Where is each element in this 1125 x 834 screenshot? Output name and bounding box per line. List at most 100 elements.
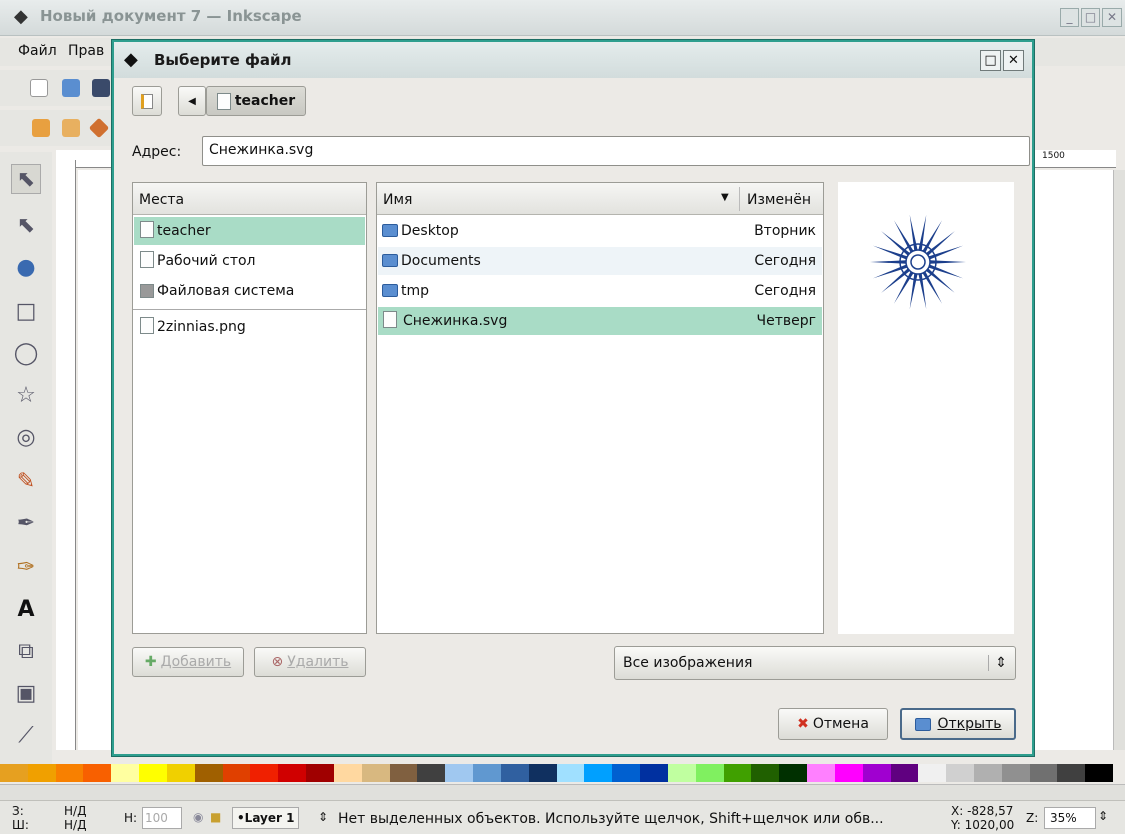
palette-swatch[interactable] (333, 764, 362, 782)
palette-swatch[interactable] (250, 764, 279, 782)
palette-swatch[interactable] (1085, 764, 1114, 782)
snap-bbox-icon[interactable] (88, 117, 110, 139)
palette-swatch[interactable] (723, 764, 752, 782)
palette-swatch[interactable] (612, 764, 641, 782)
palette-swatch[interactable] (389, 764, 418, 782)
palette-swatch[interactable] (0, 764, 28, 782)
file-row[interactable]: Documents Сегодня (378, 247, 822, 275)
cancel-button[interactable]: ✖ Отмена (778, 708, 888, 740)
palette-swatch[interactable] (1029, 764, 1058, 782)
eye-icon[interactable]: ◉ (193, 810, 203, 824)
places-header[interactable]: Места (133, 183, 366, 215)
palette-swatch[interactable] (278, 764, 307, 782)
palette-swatch[interactable] (111, 764, 140, 782)
pencil-tool-icon[interactable]: ✎ (11, 466, 41, 496)
modified-column-header[interactable]: Изменён (747, 192, 811, 208)
spiral-tool-icon[interactable]: ◎ (11, 422, 41, 452)
dialog-close-button[interactable]: ✕ (1003, 50, 1024, 71)
star-tool-icon[interactable]: ☆ (11, 380, 41, 410)
palette-swatch[interactable] (779, 764, 808, 782)
connector-tool-icon[interactable]: ⧉ (11, 636, 41, 666)
palette-swatch[interactable] (973, 764, 1002, 782)
palette-swatch[interactable] (528, 764, 557, 782)
zoom-spin-icon[interactable]: ⇕ (1098, 809, 1108, 823)
add-bookmark-button[interactable]: ✚ Добавить (132, 647, 244, 677)
snap-icon[interactable] (32, 119, 50, 137)
palette-swatch[interactable] (222, 764, 251, 782)
lock-icon[interactable]: ■ (210, 810, 221, 824)
menu-file[interactable]: Файл (18, 43, 57, 59)
save-icon[interactable] (92, 79, 110, 97)
palette-swatch[interactable] (834, 764, 863, 782)
selector-tool-icon[interactable]: ⬉ (11, 164, 41, 194)
palette-swatch[interactable] (862, 764, 891, 782)
palette-swatch[interactable] (807, 764, 835, 782)
pen-tool-icon[interactable]: ✒ (11, 508, 41, 538)
zoom-tool-icon[interactable]: ● (11, 252, 41, 282)
palette-swatch[interactable] (500, 764, 529, 782)
place-item-teacher[interactable]: teacher (134, 217, 365, 245)
layer-chevron-icon[interactable]: ⇕ (318, 810, 328, 824)
path-teacher-button[interactable]: teacher (206, 86, 306, 116)
palette-swatch[interactable] (556, 764, 585, 782)
close-button[interactable]: ✕ (1102, 8, 1122, 27)
file-row-selected[interactable]: Снежинка.svg Четверг (378, 307, 822, 335)
palette-swatch[interactable] (166, 764, 195, 782)
bookmark-item[interactable]: 2zinnias.png (134, 313, 365, 341)
open-button[interactable]: Открыть (900, 708, 1016, 740)
path-back-button[interactable]: ◀ (178, 86, 206, 116)
text-tool-icon[interactable]: A (11, 594, 41, 624)
snap-nodes-icon[interactable] (62, 119, 80, 137)
palette-swatch[interactable] (918, 764, 947, 782)
palette-swatch[interactable] (584, 764, 613, 782)
dropper-tool-icon[interactable]: ⟋ (11, 720, 41, 750)
ellipse-tool-icon[interactable]: ◯ (11, 338, 41, 368)
palette-swatch[interactable] (890, 764, 919, 782)
palette-swatch[interactable] (473, 764, 501, 782)
minimize-button[interactable]: _ (1060, 8, 1079, 27)
remove-bookmark-button[interactable]: ⊗ Удалить (254, 647, 366, 677)
place-item-desktop[interactable]: Рабочий стол (134, 247, 365, 275)
palette-swatch[interactable] (27, 764, 56, 782)
stroke-value[interactable]: Н/Д (64, 818, 86, 832)
rectangle-tool-icon[interactable]: □ (11, 296, 41, 326)
address-input[interactable]: Снежинка.svg (202, 136, 1030, 166)
horizontal-scrollbar[interactable] (0, 784, 1125, 800)
opacity-spinbox[interactable]: 100 (142, 807, 182, 829)
vertical-scrollbar[interactable] (1113, 170, 1125, 750)
palette-swatch[interactable] (139, 764, 167, 782)
menu-edit[interactable]: Прав (68, 43, 104, 59)
palette-swatch[interactable] (306, 764, 334, 782)
palette-swatch[interactable] (194, 764, 223, 782)
node-tool-icon[interactable]: ⬉ (11, 210, 41, 240)
gradient-tool-icon[interactable]: ▣ (11, 678, 41, 708)
file-row[interactable]: tmp Сегодня (378, 277, 822, 305)
place-item-filesystem[interactable]: Файловая система (134, 277, 365, 305)
palette-swatch[interactable] (83, 764, 112, 782)
name-column-header[interactable]: Имя (383, 192, 412, 208)
palette-swatch[interactable] (1001, 764, 1030, 782)
palette-swatch[interactable] (640, 764, 668, 782)
palette-swatch[interactable] (361, 764, 390, 782)
palette-swatch[interactable] (695, 764, 724, 782)
open-icon[interactable] (62, 79, 80, 97)
palette-swatch[interactable] (445, 764, 474, 782)
palette-swatch[interactable] (55, 764, 84, 782)
palette-swatch[interactable] (751, 764, 780, 782)
layer-selector[interactable]: •Layer 1 (232, 807, 300, 829)
calligraphy-tool-icon[interactable]: ✑ (11, 552, 41, 582)
palette-swatch[interactable] (946, 764, 974, 782)
palette-swatch[interactable] (667, 764, 696, 782)
file-type-filter[interactable]: Все изображения ⇕ (614, 646, 1016, 680)
maximize-button[interactable]: □ (1081, 8, 1100, 27)
palette-swatch[interactable] (1057, 764, 1086, 782)
sort-arrow-icon[interactable]: ▼ (721, 192, 729, 203)
dialog-maximize-button[interactable]: □ (980, 50, 1001, 71)
palette-swatch[interactable] (417, 764, 446, 782)
zoom-field[interactable]: 35% (1044, 807, 1096, 829)
fill-value[interactable]: Н/Д (64, 804, 86, 818)
color-palette[interactable] (0, 764, 1114, 782)
file-row[interactable]: Desktop Вторник (378, 217, 822, 245)
new-document-icon[interactable] (30, 79, 48, 97)
type-location-button[interactable] (132, 86, 162, 116)
